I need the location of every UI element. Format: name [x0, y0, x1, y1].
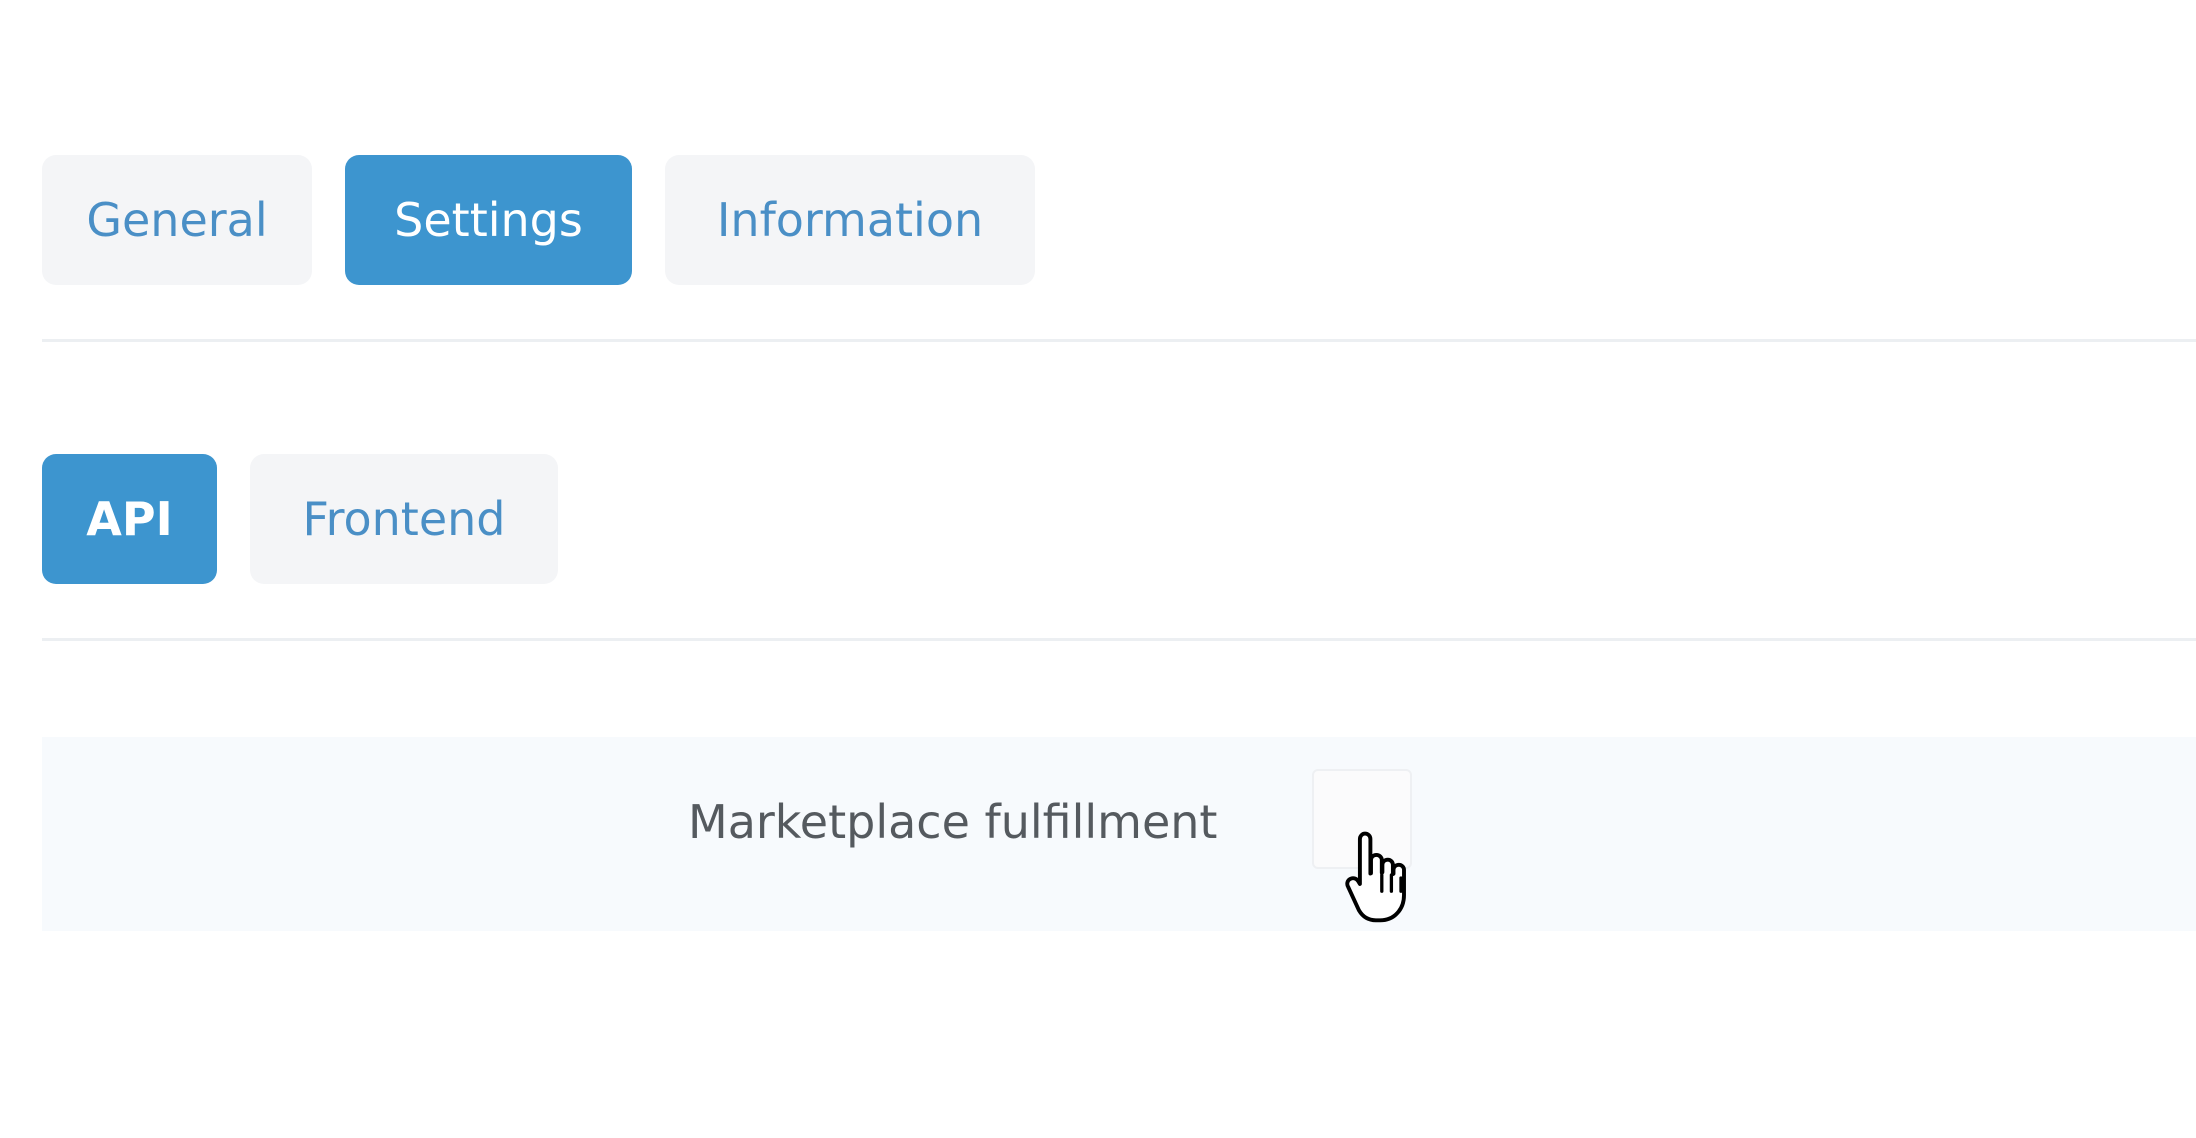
marketplace-fulfillment-row: Marketplace fulfillment	[42, 737, 2196, 931]
tab-settings[interactable]: Settings	[345, 155, 632, 285]
tab-information[interactable]: Information	[665, 155, 1035, 285]
secondary-tabbar-divider	[42, 638, 2196, 641]
secondary-tabbar: API Frontend	[42, 454, 591, 584]
tab-general[interactable]: General	[42, 155, 312, 285]
marketplace-fulfillment-label: Marketplace fulfillment	[688, 795, 1218, 849]
hand-pointer-icon	[1345, 831, 1406, 923]
tab-api[interactable]: API	[42, 454, 217, 584]
settings-page: General Settings Information API Fronten…	[0, 0, 2196, 1138]
primary-tabbar-divider	[42, 339, 2196, 342]
tab-frontend[interactable]: Frontend	[250, 454, 558, 584]
primary-tabbar: General Settings Information	[42, 155, 1068, 285]
